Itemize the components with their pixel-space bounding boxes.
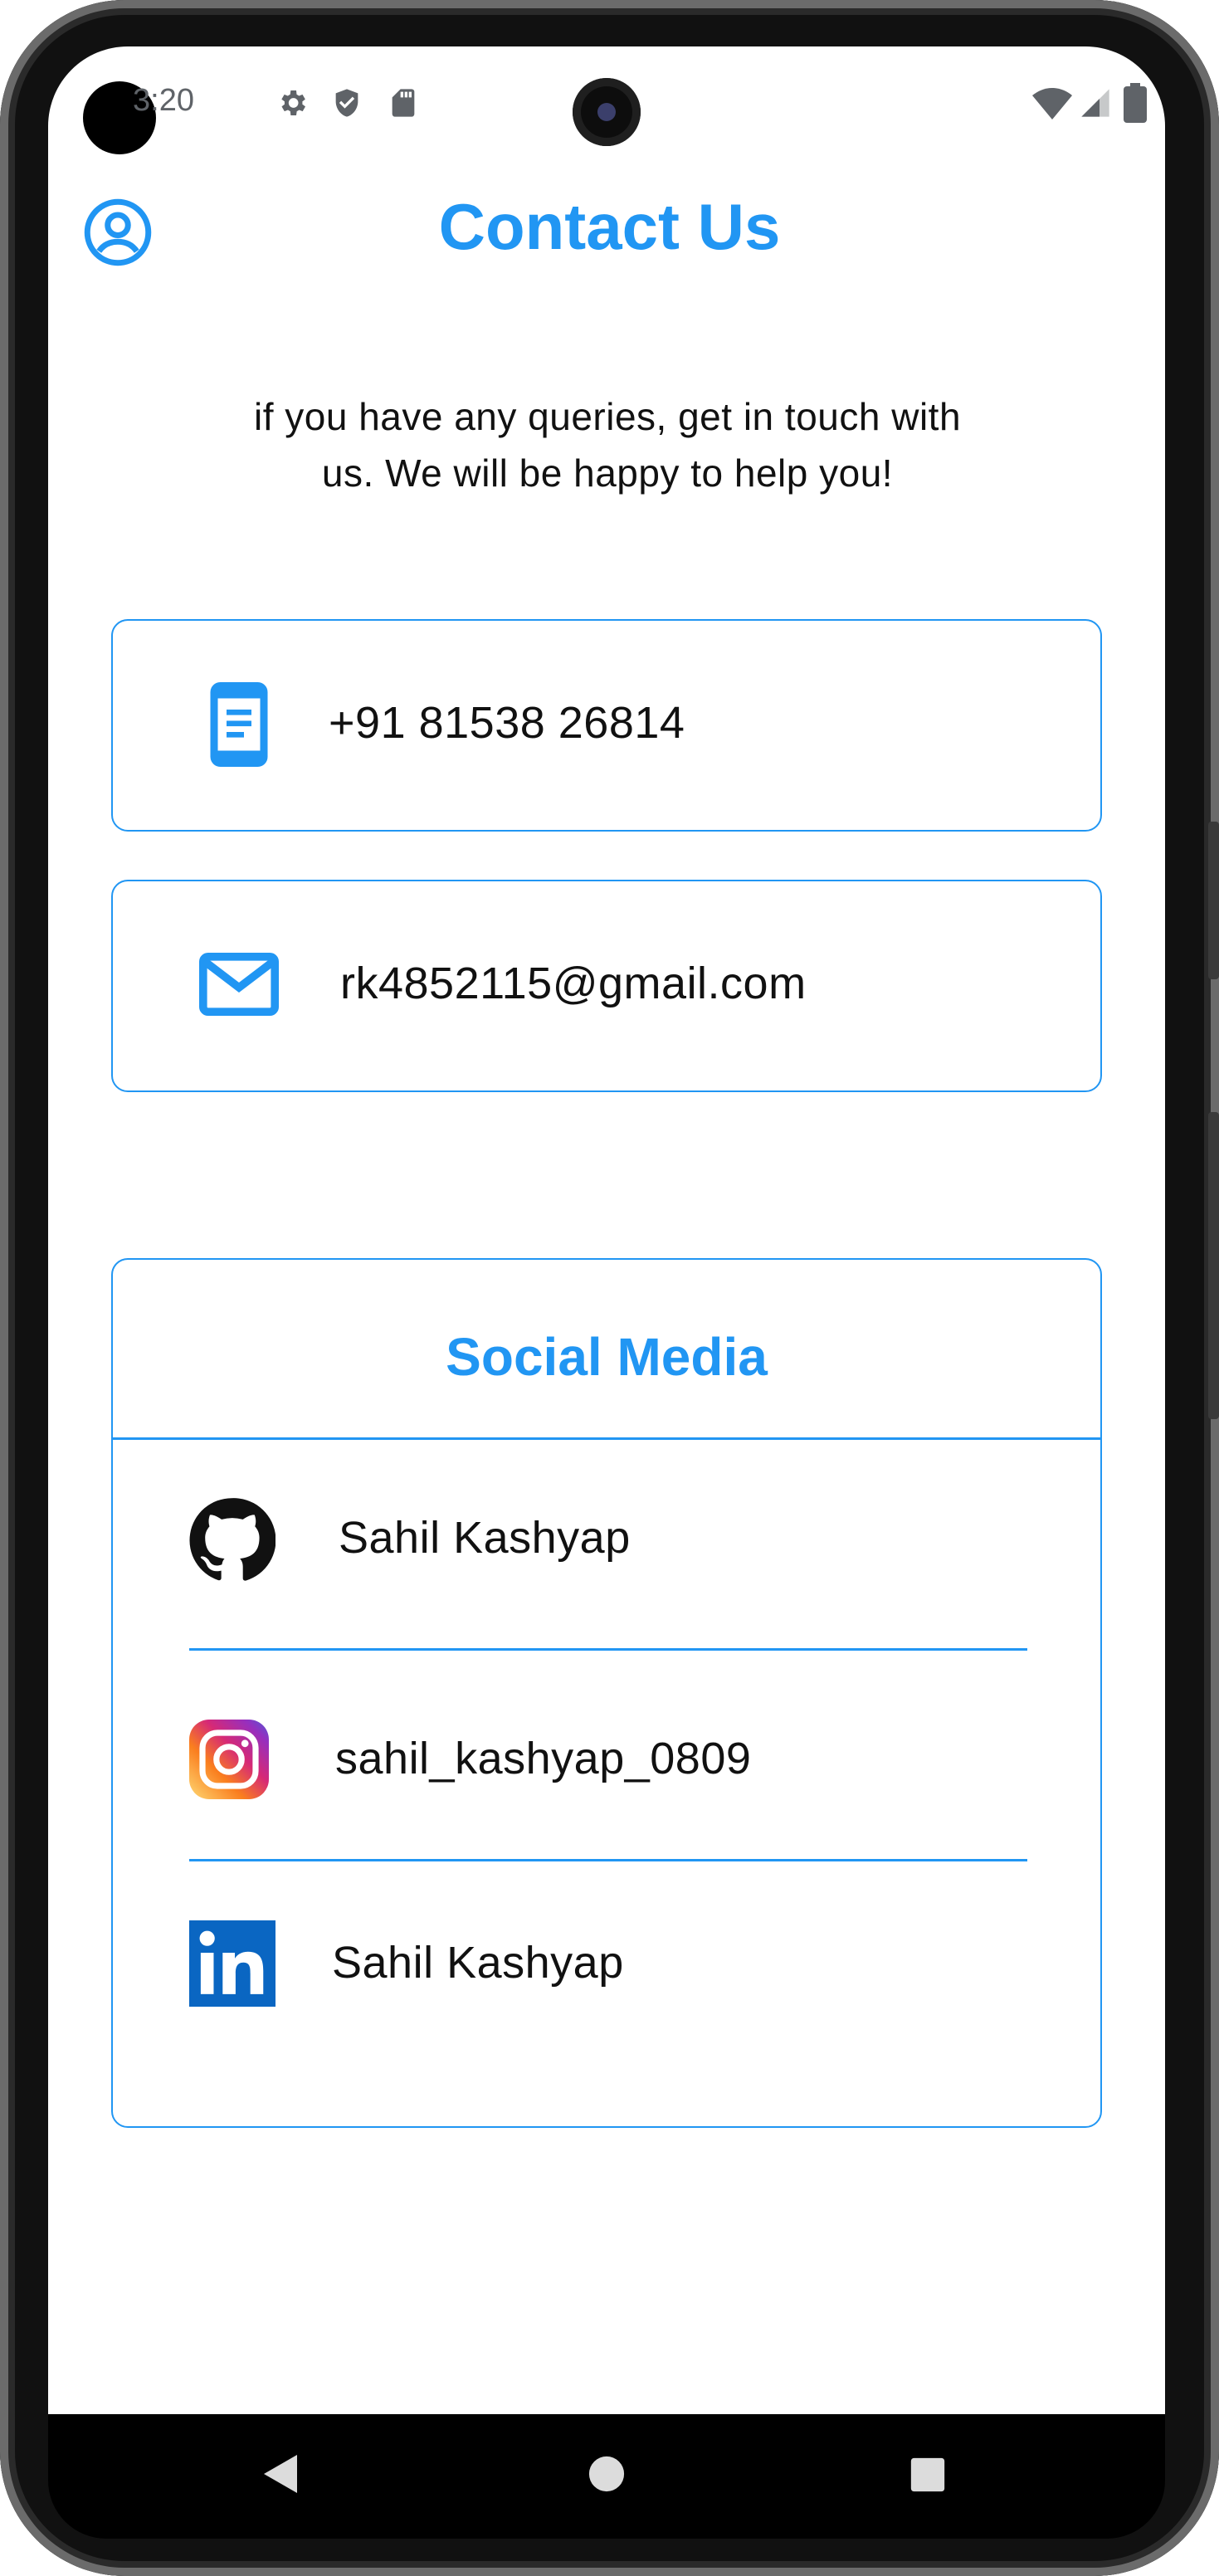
wifi-icon <box>1032 88 1072 120</box>
sd-card-icon <box>392 89 415 117</box>
status-time: 3:20 <box>133 83 194 118</box>
social-header-divider <box>113 1437 1100 1440</box>
page-title: Contact Us <box>438 190 781 263</box>
intro-line-1: if you have any queries, get in touch wi… <box>253 395 962 438</box>
back-icon[interactable] <box>262 2453 299 2495</box>
instagram-handle: sahil_kashyap_0809 <box>335 1734 752 1783</box>
intro-line-2: us. We will be happy to help you! <box>321 451 894 495</box>
shield-icon <box>335 89 358 117</box>
github-icon <box>189 1498 275 1581</box>
front-camera <box>573 78 641 146</box>
settings-icon <box>281 90 305 115</box>
social-divider <box>189 1648 1027 1651</box>
intro-text: if you have any queries, get in touch wi… <box>207 388 1007 501</box>
linkedin-handle: Sahil Kashyap <box>332 1938 624 1988</box>
linkedin-icon <box>189 1920 275 2007</box>
email-icon <box>199 953 279 1016</box>
email-card[interactable]: rk4852115@gmail.com <box>111 880 1102 1092</box>
recents-icon[interactable] <box>909 2456 946 2493</box>
signal-icon <box>1081 89 1109 117</box>
phone-number: +91 81538 26814 <box>329 698 685 748</box>
phone-card[interactable]: +91 81538 26814 <box>111 619 1102 832</box>
battery-icon <box>1124 83 1147 123</box>
social-media-title: Social Media <box>446 1327 768 1387</box>
social-divider <box>189 1859 1027 1861</box>
power-button <box>1208 1112 1219 1419</box>
phone-icon <box>210 682 268 767</box>
social-media-card: Social Media Sahil Kashyap sahil_kashyap… <box>111 1258 1102 2128</box>
email-address: rk4852115@gmail.com <box>340 959 807 1008</box>
volume-button <box>1208 822 1219 979</box>
home-icon[interactable] <box>588 2455 626 2493</box>
instagram-icon <box>189 1720 269 1799</box>
github-handle: Sahil Kashyap <box>339 1513 631 1563</box>
